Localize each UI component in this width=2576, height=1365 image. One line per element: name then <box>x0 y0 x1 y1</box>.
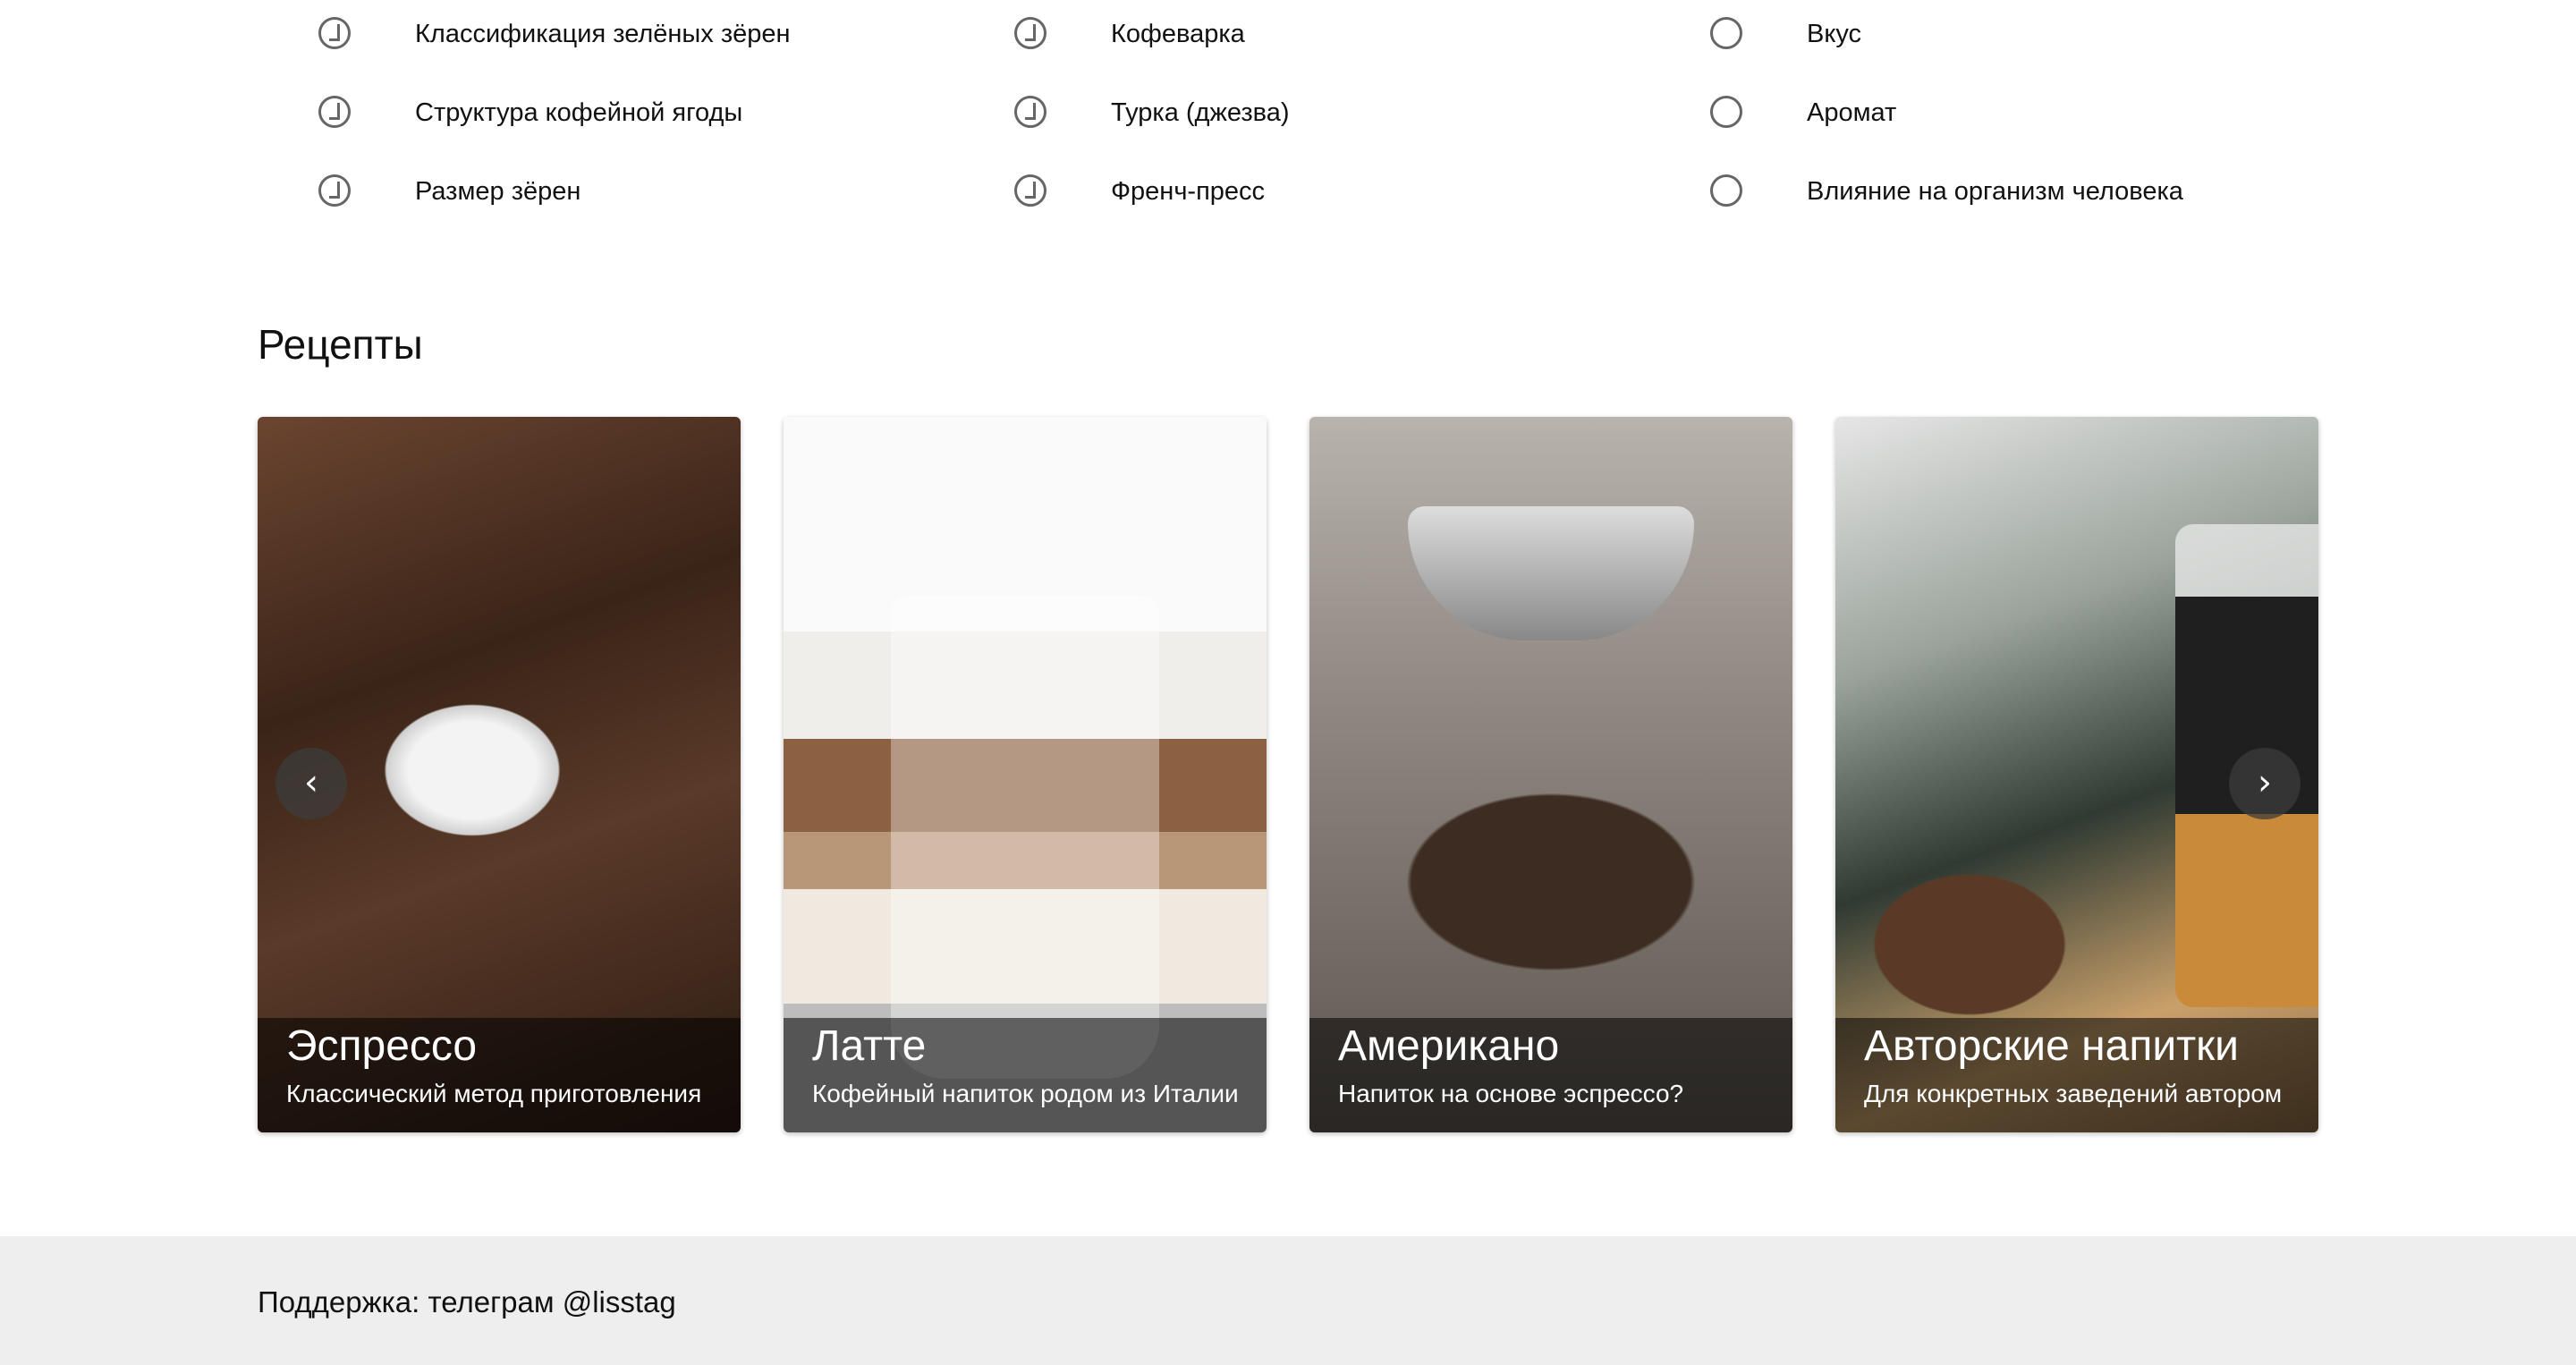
checklist-item[interactable]: Френч-пресс <box>953 157 1633 236</box>
checklist-column-1: Классификация зелёных зёрен Структура ко… <box>258 0 937 236</box>
checklist-item[interactable]: Влияние на организм человека <box>1649 157 2329 236</box>
check-circle-icon[interactable] <box>1014 174 1046 207</box>
check-circle-icon[interactable] <box>1014 96 1046 128</box>
checklist-item-label: Френч-пресс <box>1111 177 1266 206</box>
recipe-card-subtitle: Для конкретных заведений автором <box>1864 1080 2283 1107</box>
recipe-card-title: Латте <box>812 1022 927 1070</box>
topic-checklist: Классификация зелёных зёрен Структура ко… <box>258 0 2318 233</box>
recipe-card-title: Американо <box>1338 1022 1560 1070</box>
chevron-left-icon: ‹ <box>304 762 318 803</box>
recipes-carousel: Эспрессо Классический метод приготовлени… <box>258 417 2318 1132</box>
recipe-card-subtitle: Напиток на основе эспрессо? <box>1338 1080 1684 1107</box>
checklist-item[interactable]: Турка (джезва) <box>953 79 1633 157</box>
check-circle-icon[interactable] <box>318 174 351 207</box>
checklist-item[interactable]: Структура кофейной ягоды <box>258 79 937 157</box>
recipe-card-americano[interactable]: Американо Напиток на основе эспрессо? <box>1309 417 1792 1132</box>
checklist-item-label: Аромат <box>1807 98 1897 127</box>
checklist-item[interactable]: Кофеварка <box>953 0 1633 79</box>
recipes-heading: Рецепты <box>258 321 423 368</box>
check-circle-icon[interactable] <box>318 17 351 49</box>
checklist-item[interactable]: Вкус <box>1649 0 2329 79</box>
checklist-item-label: Турка (джезва) <box>1111 98 1290 127</box>
recipe-card-title: Авторские напитки <box>1864 1022 2239 1070</box>
carousel-prev-button[interactable]: ‹ <box>275 748 347 819</box>
recipe-card-subtitle: Классический метод приготовления <box>286 1080 702 1107</box>
check-circle-icon[interactable] <box>318 96 351 128</box>
checklist-item[interactable]: Аромат <box>1649 79 2329 157</box>
checklist-item-label: Вкус <box>1807 20 1862 48</box>
empty-circle-icon[interactable] <box>1710 96 1742 128</box>
checklist-item[interactable]: Классификация зелёных зёрен <box>258 0 937 79</box>
empty-circle-icon[interactable] <box>1710 17 1742 49</box>
checklist-item-label: Классификация зелёных зёрен <box>415 20 791 48</box>
checklist-column-2: Кофеварка Турка (джезва) Френч-пресс <box>953 0 1633 236</box>
checklist-item-label: Влияние на организм человека <box>1807 177 2183 206</box>
recipe-card-subtitle: Кофейный напиток родом из Италии <box>812 1080 1239 1107</box>
carousel-next-button[interactable]: › <box>2229 748 2301 819</box>
empty-circle-icon[interactable] <box>1710 174 1742 207</box>
chevron-right-icon: › <box>2258 762 2272 803</box>
recipe-card-latte[interactable]: Латте Кофейный напиток родом из Италии <box>784 417 1267 1132</box>
recipe-card-title: Эспрессо <box>286 1022 478 1070</box>
support-contact-text: Поддержка: телеграм @lisstag <box>258 1285 676 1318</box>
check-circle-icon[interactable] <box>1014 17 1046 49</box>
checklist-column-3: Вкус Аромат Влияние на организм человека <box>1649 0 2329 236</box>
checklist-item[interactable]: Размер зёрен <box>258 157 937 236</box>
checklist-item-label: Кофеварка <box>1111 20 1245 48</box>
checklist-item-label: Структура кофейной ягоды <box>415 98 743 127</box>
checklist-item-label: Размер зёрен <box>415 177 581 206</box>
page-footer: Поддержка: телеграм @lisstag <box>0 1236 2576 1365</box>
